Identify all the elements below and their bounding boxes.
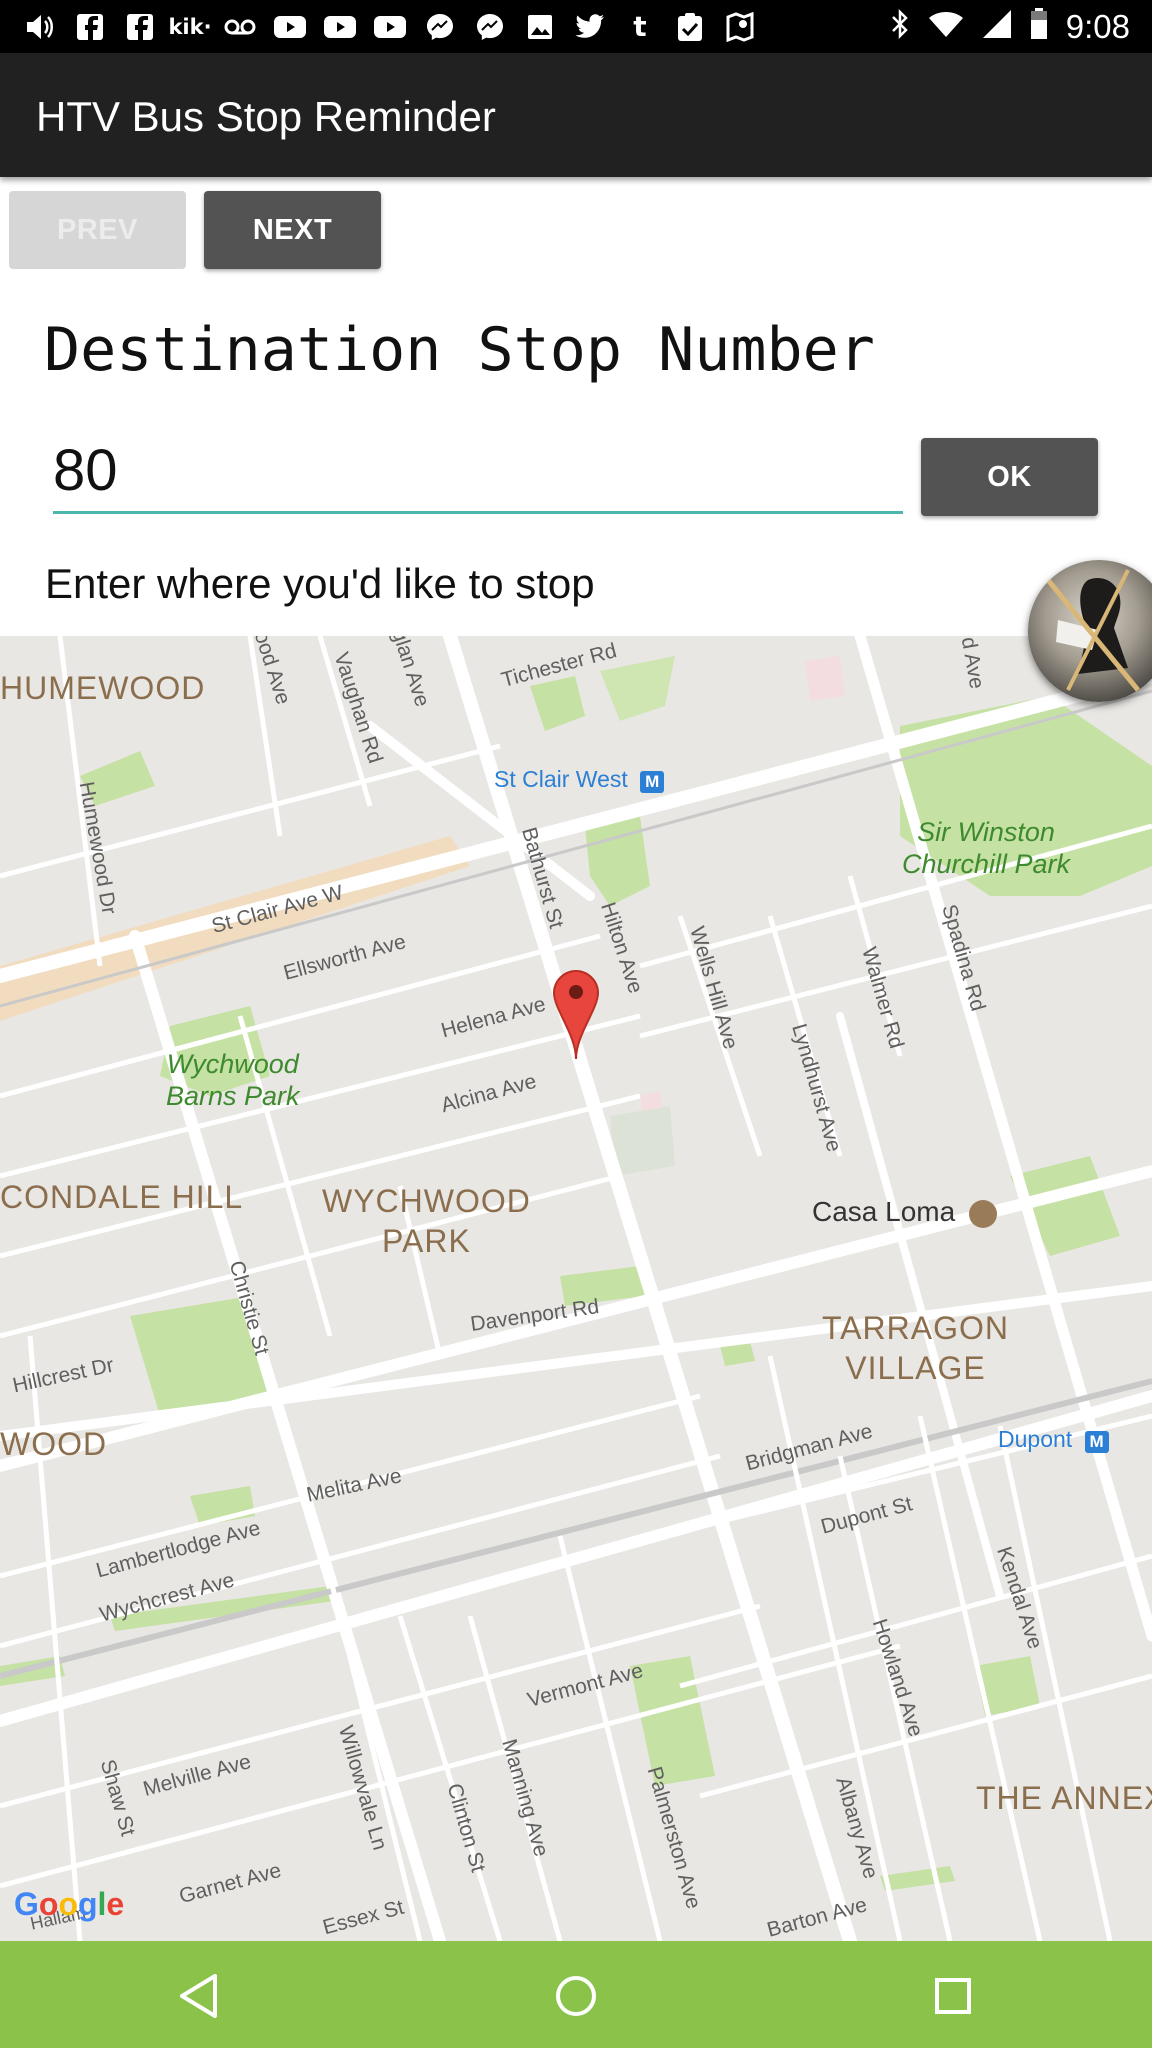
volume-icon xyxy=(22,12,58,42)
area-label-wychwood-park: WYCHWOOD PARK xyxy=(322,1183,531,1259)
tumblr-icon: t xyxy=(633,10,647,43)
subway-icon: M xyxy=(1084,1431,1109,1453)
poi-name: Casa Loma xyxy=(812,1196,956,1227)
navigation-bar xyxy=(0,1941,1152,2048)
map-view[interactable]: HUMEWOOD WYCHWOOD PARK CONDALE HILL WOOD… xyxy=(0,636,1152,1941)
hint-text: Enter where you'd like to stop xyxy=(45,560,595,607)
poi-label-casa-loma: Casa Loma xyxy=(812,1196,997,1228)
area-label-annex: THE ANNEX xyxy=(976,1780,1152,1816)
recents-square-icon[interactable] xyxy=(918,1961,988,2031)
app-bar: HTV Bus Stop Reminder xyxy=(0,53,1152,177)
landmark-icon xyxy=(968,1199,997,1228)
signal-icon xyxy=(982,9,1012,44)
facebook-icon xyxy=(122,12,158,42)
clipboard-check-icon xyxy=(672,12,708,42)
back-triangle-icon[interactable] xyxy=(164,1961,234,2031)
destination-title: Destination Stop Number xyxy=(44,315,875,385)
prev-button[interactable]: PREV xyxy=(9,191,186,269)
status-bar: kik· t 9:08 xyxy=(0,0,1152,53)
next-button[interactable]: NEXT xyxy=(204,191,381,269)
app-title: HTV Bus Stop Reminder xyxy=(36,93,496,140)
map-pin-icon[interactable] xyxy=(552,969,600,1061)
notification-icons: kik· t xyxy=(22,8,758,45)
google-logo: Google xyxy=(14,1886,125,1922)
park-label-wychwood-barns: Wychwood Barns Park xyxy=(166,1049,300,1111)
area-label-tarragon: TARRAGON VILLAGE xyxy=(822,1310,1009,1386)
youtube-icon xyxy=(372,12,408,42)
facebook-icon xyxy=(72,12,108,42)
youtube-icon xyxy=(272,12,308,42)
area-label-cedarvale: CONDALE HILL xyxy=(0,1179,244,1215)
battery-icon xyxy=(1030,8,1048,45)
station-name: Dupont xyxy=(998,1426,1073,1452)
station-name: St Clair West xyxy=(494,766,628,792)
area-label-humewood: HUMEWOOD xyxy=(0,670,206,706)
messenger-icon xyxy=(422,12,458,42)
stop-number-input[interactable] xyxy=(53,430,903,514)
clock: 9:08 xyxy=(1065,7,1130,45)
park-label-churchill: Sir Winston Churchill Park xyxy=(902,817,1071,879)
app-screen: kik· t 9:08 HTV Bus Stop Reminder PREV N… xyxy=(0,0,1152,2048)
transit-label-dupont: Dupont M xyxy=(998,1426,1109,1453)
transit-label-st-clair-west: St Clair West M xyxy=(494,766,665,793)
home-circle-icon[interactable] xyxy=(541,1961,611,2031)
messenger-icon xyxy=(472,12,508,42)
voicemail-icon xyxy=(222,12,258,42)
youtube-icon xyxy=(322,12,358,42)
area-label-hillcrest: WOOD xyxy=(0,1426,108,1462)
subway-icon: M xyxy=(640,771,665,793)
ok-button[interactable]: OK xyxy=(921,438,1098,516)
maps-icon xyxy=(722,11,758,42)
system-icons: 9:08 xyxy=(890,8,1130,45)
bluetooth-icon xyxy=(890,8,910,44)
photo-icon xyxy=(522,12,558,42)
twitter-icon xyxy=(572,12,608,42)
wifi-icon xyxy=(928,10,964,43)
kik-icon: kik· xyxy=(168,14,212,39)
